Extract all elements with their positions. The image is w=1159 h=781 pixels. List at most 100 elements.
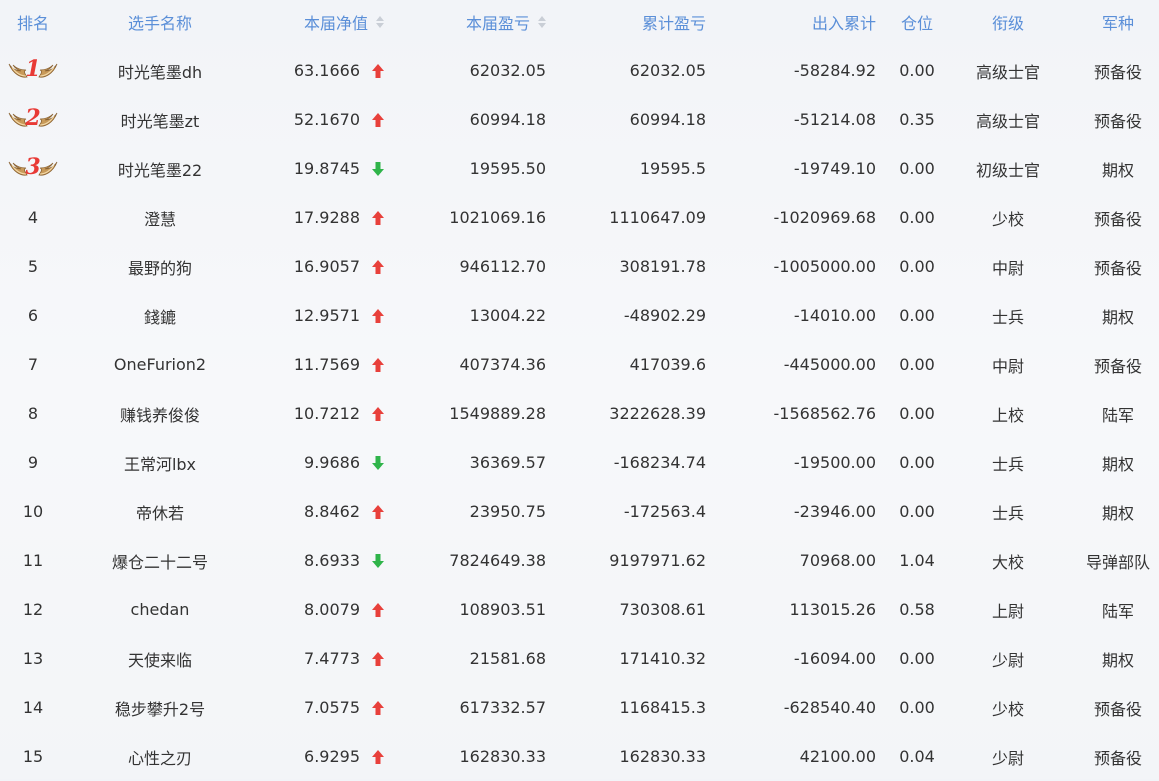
arm-type: 期权 — [1101, 307, 1134, 327]
table-row[interactable]: 5 最野的狗 16.9057 946112.70 308191.78 -1005… — [0, 242, 1159, 291]
total-pnl: 162830.33 — [619, 747, 706, 766]
player-name[interactable]: 帝休若 — [66, 487, 254, 536]
table-row[interactable]: 3 时光笔墨22 19.8745 19595.50 19595.5 -19749… — [0, 144, 1159, 193]
arrow-up-icon — [366, 389, 390, 438]
rank-number: 10 — [22, 502, 44, 521]
table-row[interactable]: 2 时光笔墨zt 52.1670 60994.18 60994.18 -5121… — [0, 95, 1159, 144]
flow-total: 70968.00 — [799, 551, 876, 570]
arm-type: 期权 — [1101, 454, 1134, 474]
header-period-sortable[interactable]: 本届盈亏 — [400, 0, 546, 44]
laurel-medal-icon: 1 — [5, 54, 61, 88]
total-pnl: 60994.18 — [629, 110, 706, 129]
rank-number: 14 — [22, 698, 44, 717]
net-value: 16.9057 — [293, 257, 360, 276]
total-pnl: 417039.6 — [629, 355, 706, 374]
period-pnl: 617332.57 — [459, 698, 546, 717]
net-value: 63.1666 — [293, 61, 360, 80]
flow-total: -16094.00 — [793, 649, 876, 668]
sort-icon[interactable] — [376, 16, 384, 28]
table-row[interactable]: 14 稳步攀升2号 7.0575 617332.57 1168415.3 -62… — [0, 683, 1159, 732]
total-pnl: 308191.78 — [619, 257, 706, 276]
rank-number: 2 — [25, 104, 41, 131]
position: 0.04 — [899, 747, 935, 766]
rank-number: 9 — [27, 453, 39, 472]
total-pnl: 19595.5 — [639, 159, 706, 178]
period-pnl: 1021069.16 — [449, 208, 546, 227]
player-name[interactable]: 錢鏕 — [66, 291, 254, 340]
player-name[interactable]: 赚钱养俊俊 — [66, 389, 254, 438]
arrow-down-icon — [366, 536, 390, 585]
period-pnl: 19595.50 — [469, 159, 546, 178]
header-nav-sortable[interactable]: 本届净值 — [254, 0, 384, 44]
sort-icon[interactable] — [538, 16, 546, 28]
rank-title: 高级士官 — [975, 62, 1040, 82]
player-name[interactable]: 王常河lbx — [66, 438, 254, 487]
position: 0.00 — [899, 257, 935, 276]
player-name[interactable]: OneFurion2 — [66, 340, 254, 389]
arrow-up-icon — [366, 340, 390, 389]
table-row[interactable]: 4 澄慧 17.9288 1021069.16 1110647.09 -1020… — [0, 193, 1159, 242]
position: 0.00 — [899, 649, 935, 668]
table-row[interactable]: 11 爆仓二十二号 8.6933 7824649.38 9197971.62 7… — [0, 536, 1159, 585]
table-row[interactable]: 6 錢鏕 12.9571 13004.22 -48902.29 -14010.0… — [0, 291, 1159, 340]
net-value: 8.6933 — [304, 551, 360, 570]
player-name[interactable]: 时光笔墨zt — [66, 95, 254, 144]
net-value: 7.4773 — [304, 649, 360, 668]
arrow-down-icon — [366, 438, 390, 487]
rank-title: 少校 — [991, 209, 1024, 229]
position: 0.00 — [899, 208, 935, 227]
table-row[interactable]: 10 帝休若 8.8462 23950.75 -172563.4 -23946.… — [0, 487, 1159, 536]
player-name[interactable]: 最野的狗 — [66, 242, 254, 291]
period-pnl: 13004.22 — [469, 306, 546, 325]
rank-title: 士兵 — [991, 307, 1024, 327]
rank-medal: 2 — [0, 95, 66, 144]
total-pnl: 171410.32 — [619, 649, 706, 668]
position: 0.00 — [899, 61, 935, 80]
position: 0.00 — [899, 306, 935, 325]
table-row[interactable]: 15 心性之刃 6.9295 162830.33 162830.33 42100… — [0, 732, 1159, 781]
total-pnl: 1168415.3 — [619, 698, 706, 717]
player-name[interactable]: 时光笔墨dh — [66, 46, 254, 95]
total-pnl: 3222628.39 — [609, 404, 706, 423]
arm-type: 预备役 — [1093, 258, 1142, 278]
player-name[interactable]: 稳步攀升2号 — [66, 683, 254, 732]
arrow-up-icon — [366, 634, 390, 683]
player-name[interactable]: chedan — [66, 585, 254, 634]
table-row[interactable]: 9 王常河lbx 9.9686 36369.57 -168234.74 -195… — [0, 438, 1159, 487]
arm-type: 期权 — [1101, 503, 1134, 523]
position: 0.00 — [899, 502, 935, 521]
rank-number: 1 — [25, 55, 41, 82]
rank-title: 中尉 — [991, 258, 1024, 278]
table-row[interactable]: 8 赚钱养俊俊 10.7212 1549889.28 3222628.39 -1… — [0, 389, 1159, 438]
rank-number: 5 — [27, 257, 39, 276]
player-name[interactable]: 爆仓二十二号 — [66, 536, 254, 585]
arrow-up-icon — [366, 95, 390, 144]
rank-number: 7 — [27, 355, 39, 374]
period-pnl: 21581.68 — [469, 649, 546, 668]
rank-number: 6 — [27, 306, 39, 325]
laurel-medal-icon: 3 — [5, 152, 61, 186]
table-row[interactable]: 1 时光笔墨dh 63.1666 62032.05 62032.05 -5828… — [0, 46, 1159, 95]
arrow-up-icon — [366, 683, 390, 732]
rank-number: 4 — [27, 208, 39, 227]
player-name[interactable]: 时光笔墨22 — [66, 144, 254, 193]
table-row[interactable]: 7 OneFurion2 11.7569 407374.36 417039.6 … — [0, 340, 1159, 389]
position: 0.58 — [899, 600, 935, 619]
period-pnl: 108903.51 — [459, 600, 546, 619]
rank-title: 高级士官 — [975, 111, 1040, 131]
total-pnl: 62032.05 — [629, 61, 706, 80]
table-row[interactable]: 12 chedan 8.0079 108903.51 730308.61 113… — [0, 585, 1159, 634]
position: 1.04 — [899, 551, 935, 570]
table-row[interactable]: 13 天使来临 7.4773 21581.68 171410.32 -16094… — [0, 634, 1159, 683]
player-name[interactable]: 心性之刃 — [66, 732, 254, 781]
header-period-label: 本届盈亏 — [465, 14, 530, 33]
arm-type: 预备役 — [1093, 62, 1142, 82]
flow-total: -19500.00 — [793, 453, 876, 472]
player-name[interactable]: 天使来临 — [66, 634, 254, 683]
player-name[interactable]: 澄慧 — [66, 193, 254, 242]
net-value: 19.8745 — [293, 159, 360, 178]
flow-total: -51214.08 — [793, 110, 876, 129]
header-rank: 排名 — [16, 14, 49, 33]
period-pnl: 162830.33 — [459, 747, 546, 766]
header-flow: 出入累计 — [811, 14, 876, 33]
